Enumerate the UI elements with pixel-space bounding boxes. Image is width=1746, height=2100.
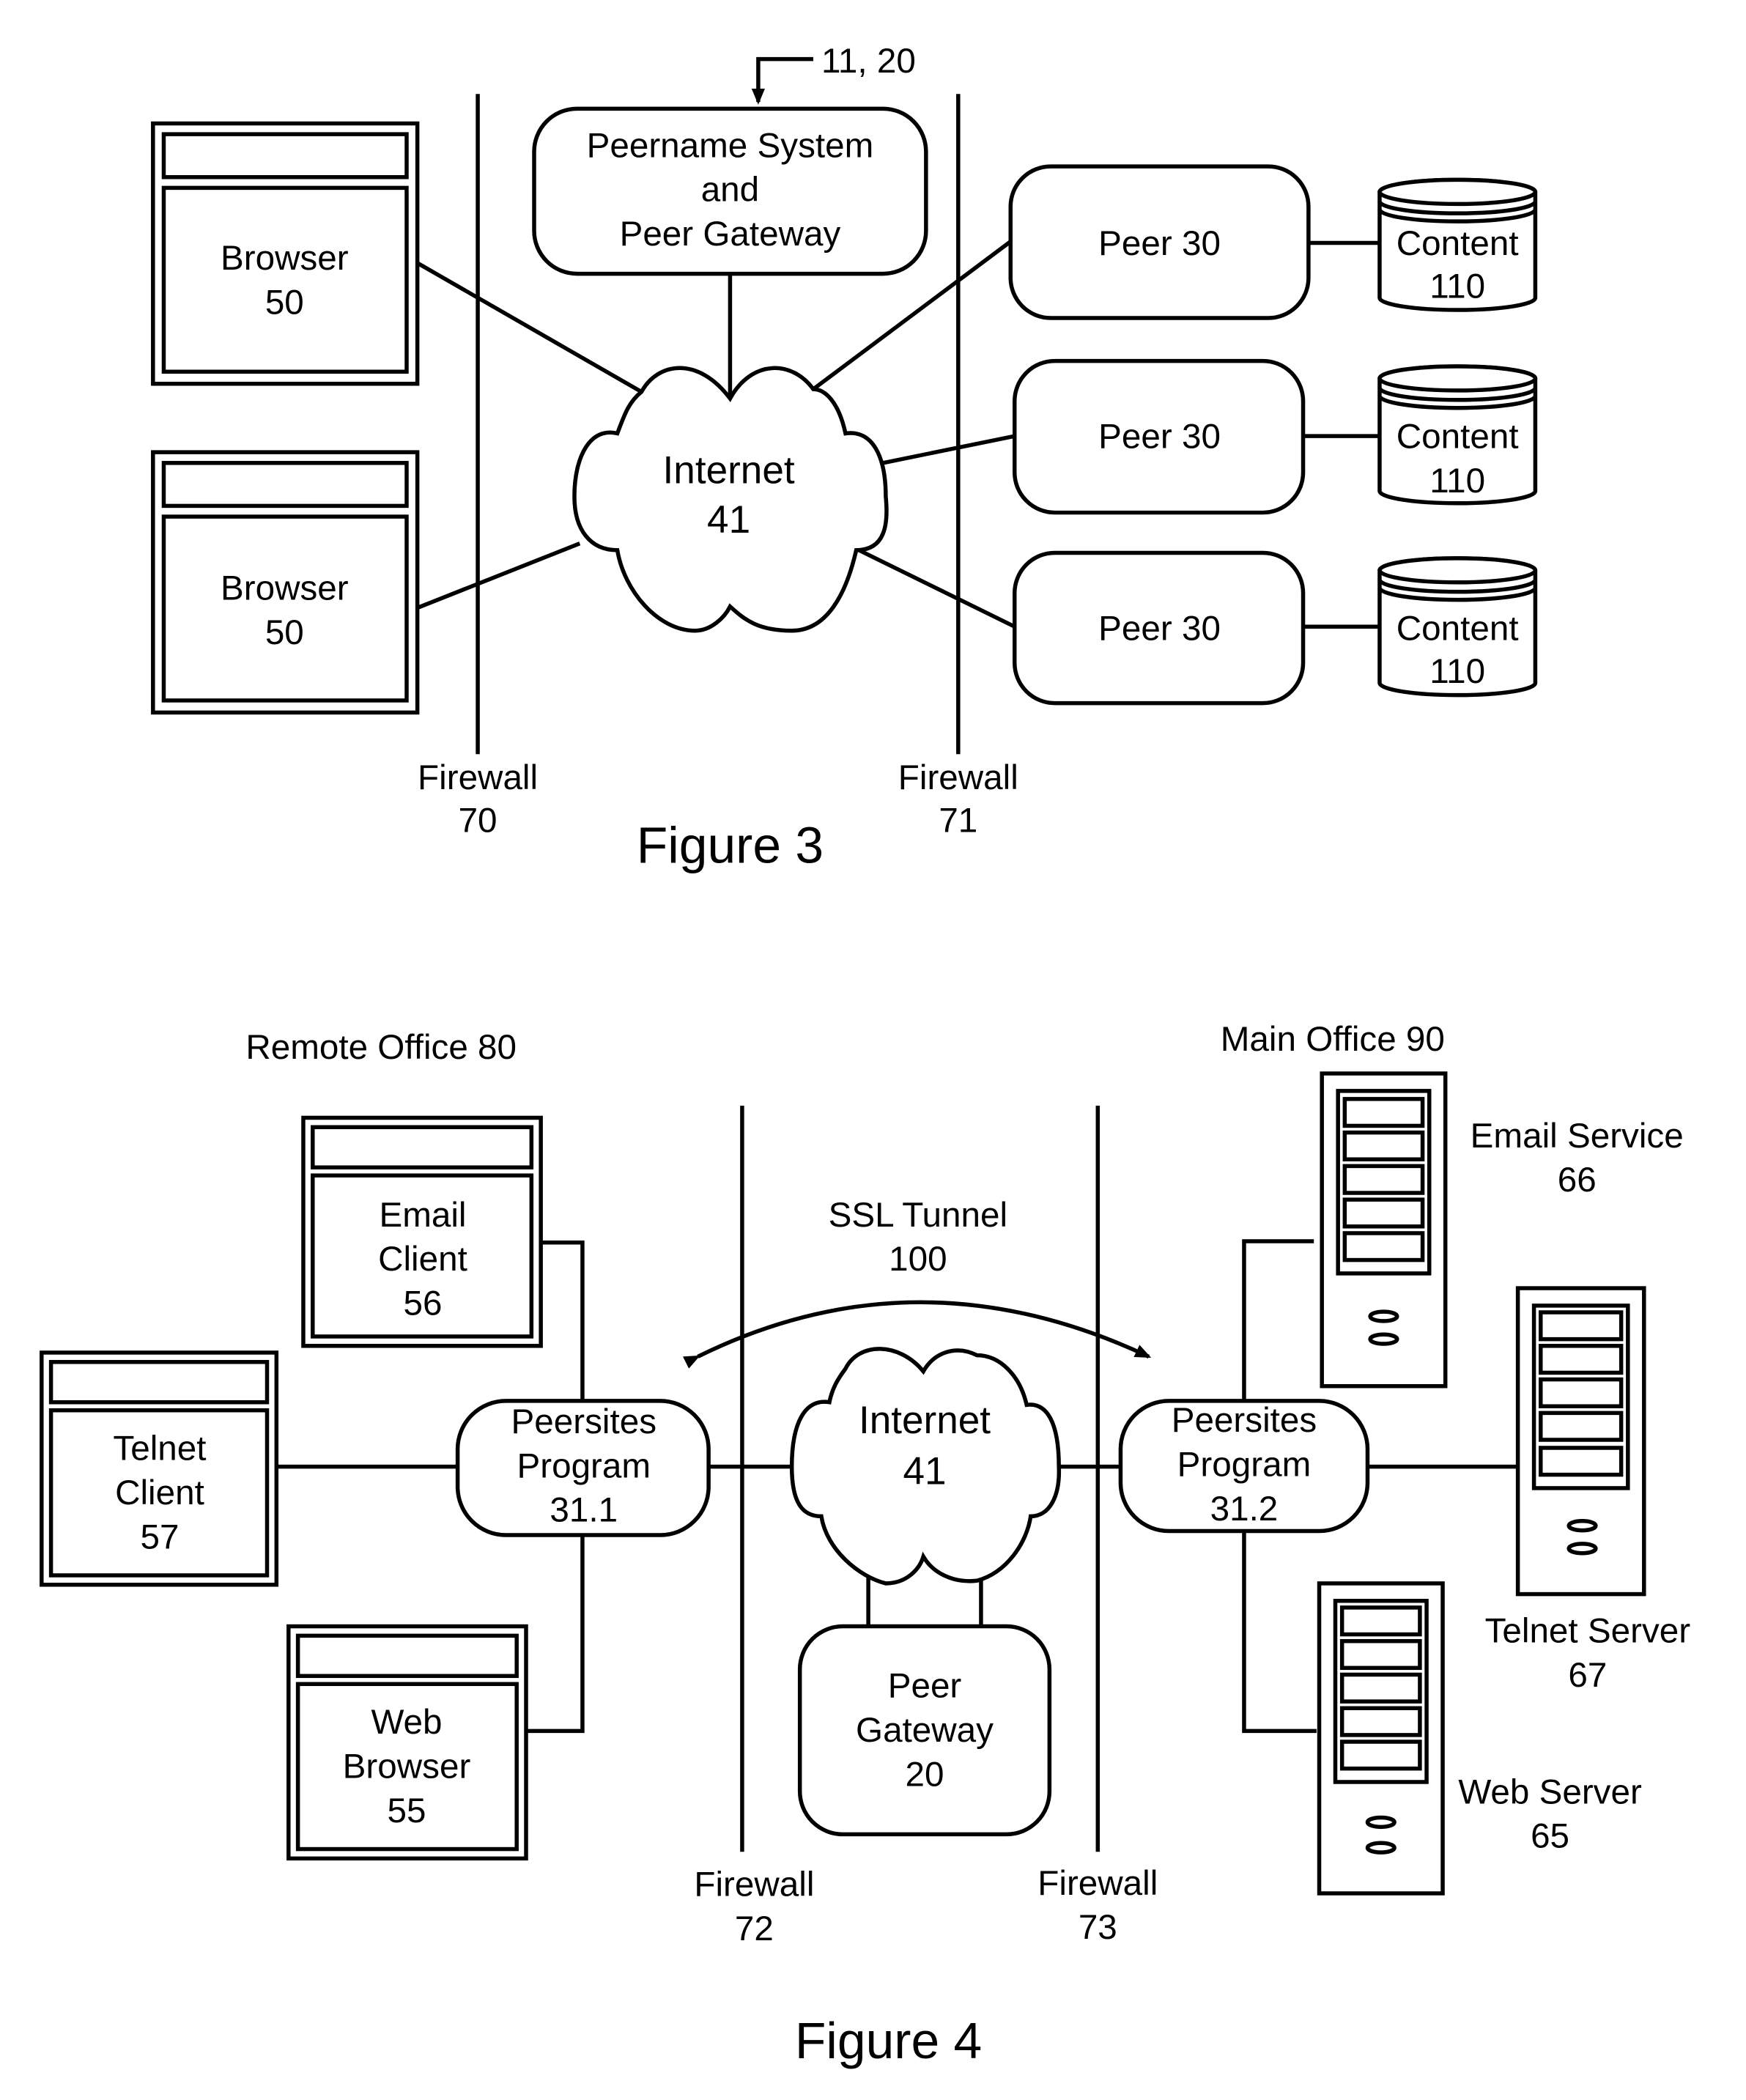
server-tower-icon	[1515, 1286, 1646, 1597]
peer-gateway-line-3: 20	[906, 1755, 944, 1794]
firewall-70-label: Firewall	[418, 758, 538, 797]
telnet-client-57-window: Telnet Client 57	[40, 1350, 279, 1587]
firewall-70-number: 70	[459, 801, 497, 840]
peername-line-3: Peer Gateway	[620, 215, 841, 254]
email-client-line-2: Client	[378, 1240, 467, 1279]
firewall-73-number: 73	[1079, 1908, 1117, 1947]
browser-50-window-1: Browser 50	[151, 121, 420, 386]
figure-3-caption: Figure 3	[637, 817, 824, 874]
internet-label: Internet	[663, 448, 795, 492]
peername-line-1: Peername System	[587, 126, 874, 165]
peername-system-peer-gateway: Peername System and Peer Gateway	[532, 106, 928, 276]
server-tower-icon	[1317, 1581, 1445, 1896]
connector-peersites2-web-server	[1242, 1532, 1317, 1734]
peersites-1-line-1: Peersites	[511, 1402, 656, 1441]
web-server-label: Web Server	[1458, 1772, 1642, 1811]
figure-4: Remote Office 80 Main Office 90 Firewall…	[40, 1020, 1691, 2069]
browser-1-number: 50	[265, 284, 304, 322]
bidirectional-arrow-icon	[682, 1300, 1152, 1369]
peersites-program-31-2: Peersites Program 31.2	[1118, 1399, 1370, 1534]
content-3-label: Content	[1397, 610, 1519, 648]
reference-arrow-11-20: 11, 20	[751, 42, 916, 105]
peer-30-node-2: Peer 30	[1012, 358, 1306, 515]
browser-2-label: Browser	[221, 569, 349, 608]
peersites-1-line-3: 31.1	[550, 1491, 618, 1530]
internet-fig4-number: 41	[903, 1449, 946, 1493]
telnet-client-line-1: Telnet	[113, 1429, 206, 1468]
peer-30-node-3: Peer 30	[1012, 550, 1306, 706]
email-service-number: 66	[1558, 1161, 1597, 1199]
connector-web-browser-peersites	[526, 1534, 585, 1734]
ssl-tunnel-100: SSL Tunnel 100	[682, 1196, 1152, 1369]
email-client-56-window: Email Client 56	[301, 1115, 543, 1348]
firewall-72-number: 72	[735, 1909, 774, 1948]
telnet-server-label: Telnet Server	[1485, 1612, 1691, 1651]
remote-office-title: Remote Office 80	[245, 1028, 517, 1067]
internet-41-cloud: Internet 41	[572, 366, 889, 633]
telnet-server-67-server: Telnet Server 67	[1485, 1286, 1691, 1695]
internet-41-cloud-fig4: Internet 41	[789, 1347, 1061, 1586]
figure-4-caption: Figure 4	[795, 2012, 982, 2069]
connector-email-client-peersites	[541, 1241, 585, 1402]
connector-internet-peer3	[858, 548, 1016, 629]
peer-gateway-line-2: Gateway	[856, 1711, 994, 1750]
connector-browser2-internet	[416, 541, 581, 610]
server-tower-icon	[1320, 1071, 1448, 1389]
internet-fig4-label: Internet	[859, 1399, 991, 1442]
telnet-client-line-3: 57	[140, 1517, 179, 1556]
browser-1-label: Browser	[221, 239, 349, 278]
peersites-2-line-2: Program	[1177, 1445, 1312, 1484]
peer-1-label: Peer 30	[1098, 224, 1221, 263]
connector-browser1-internet	[416, 261, 643, 394]
content-110-db-3: Content 110	[1377, 556, 1538, 698]
peer-30-node-1: Peer 30	[1008, 164, 1311, 320]
ssl-tunnel-number: 100	[889, 1240, 947, 1279]
web-browser-line-3: 55	[388, 1792, 426, 1830]
web-browser-55-window: Web Browser 55	[286, 1624, 528, 1861]
email-client-line-1: Email	[379, 1196, 466, 1235]
peersites-2-line-1: Peersites	[1172, 1401, 1317, 1440]
web-browser-line-1: Web	[371, 1703, 442, 1742]
ssl-tunnel-label: SSL Tunnel	[829, 1196, 1007, 1235]
firewall-73-label: Firewall	[1037, 1864, 1158, 1903]
peer-2-label: Peer 30	[1098, 418, 1221, 456]
peersites-2-line-3: 31.2	[1210, 1490, 1279, 1528]
content-1-number: 110	[1429, 267, 1485, 306]
firewall-71-label: Firewall	[898, 758, 1018, 797]
peer-gateway-line-1: Peer	[888, 1667, 962, 1706]
firewall-71-number: 71	[939, 801, 977, 840]
web-server-number: 65	[1531, 1817, 1569, 1856]
content-1-label: Content	[1397, 224, 1519, 263]
internet-number: 41	[707, 498, 750, 541]
content-110-db-2: Content 110	[1377, 364, 1538, 506]
peer-3-label: Peer 30	[1098, 610, 1221, 648]
email-service-label: Email Service	[1471, 1117, 1684, 1156]
browser-2-number: 50	[265, 613, 304, 652]
telnet-client-line-2: Client	[115, 1474, 204, 1512]
firewall-72-label: Firewall	[694, 1866, 814, 1904]
web-browser-line-2: Browser	[343, 1747, 471, 1786]
peersites-program-31-1: Peersites Program 31.1	[455, 1399, 711, 1537]
telnet-server-number: 67	[1568, 1656, 1607, 1695]
peername-line-2: and	[701, 171, 759, 210]
main-office-title: Main Office 90	[1221, 1020, 1445, 1059]
connector-peersites2-email-service	[1242, 1239, 1314, 1401]
peersites-1-line-2: Program	[517, 1446, 651, 1485]
content-110-db-1: Content 110	[1377, 177, 1538, 312]
content-2-number: 110	[1429, 462, 1485, 500]
email-client-line-3: 56	[403, 1284, 442, 1323]
reference-arrow-label: 11, 20	[821, 42, 916, 81]
peer-gateway-20: Peer Gateway 20	[797, 1624, 1052, 1837]
content-3-number: 110	[1429, 652, 1485, 691]
connector-internet-peer2	[882, 434, 1016, 465]
content-2-label: Content	[1397, 418, 1519, 456]
figure-3: Firewall 70 Firewall 71 Browser 50 Brows…	[151, 42, 1538, 874]
browser-50-window-2: Browser 50	[151, 450, 420, 715]
patent-figures-canvas: Firewall 70 Firewall 71 Browser 50 Brows…	[40, 42, 1691, 2069]
